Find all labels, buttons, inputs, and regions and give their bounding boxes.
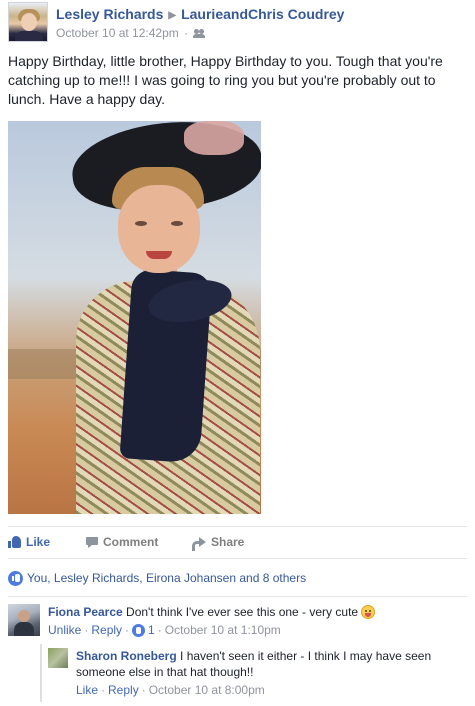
comment-label: Comment <box>103 535 159 549</box>
author-avatar[interactable] <box>8 2 48 42</box>
post-photo[interactable] <box>8 121 261 514</box>
comment-icon <box>86 536 98 548</box>
post-text: Happy Birthday, little brother, Happy Bi… <box>8 53 443 107</box>
meta-separator: · <box>157 623 162 637</box>
comment-like-count[interactable]: 1 <box>148 622 155 638</box>
like-badge-icon <box>8 570 23 586</box>
share-button[interactable]: Share <box>192 535 245 551</box>
divider <box>8 558 467 559</box>
meta-separator: · <box>184 26 189 40</box>
meta-separator: · <box>141 683 146 697</box>
thumbs-up-icon <box>8 536 21 548</box>
comment-timestamp-link[interactable]: October 10 at 1:10pm <box>165 622 281 638</box>
comment: Fiona Pearce Don't think I've ever see t… <box>8 604 468 642</box>
commenter-avatar[interactable] <box>48 648 68 668</box>
comment-reply: Sharon Roneberg I haven't seen it either… <box>48 648 468 700</box>
comment-timestamp-link[interactable]: October 10 at 8:00pm <box>149 682 265 698</box>
meta-separator: · <box>84 623 89 637</box>
meta-separator: · <box>101 683 106 697</box>
like-link[interactable]: Like <box>76 682 98 698</box>
reply-link[interactable]: Reply <box>108 682 139 698</box>
comment-button[interactable]: Comment <box>86 535 158 549</box>
likes-summary-text[interactable]: You, Lesley Richards, Eirona Johansen an… <box>27 571 306 585</box>
comment-author-link[interactable]: Sharon Roneberg <box>76 649 177 663</box>
like-count-icon[interactable] <box>132 623 146 637</box>
post-header: Lesley Richards ▶ LaurieandChris Coudrey O… <box>8 2 468 44</box>
post-author-line: Lesley Richards ▶ LaurieandChris Coudrey <box>56 6 344 22</box>
comment-author-link[interactable]: Fiona Pearce <box>48 605 123 619</box>
arrow-right-icon: ▶ <box>168 10 177 21</box>
reply-thread-line <box>40 644 42 702</box>
share-label: Share <box>211 535 245 549</box>
likes-summary[interactable]: You, Lesley Richards, Eirona Johansen an… <box>8 569 306 587</box>
comment-meta: Unlike · Reply · 1 · October 10 at 1:10p… <box>48 622 468 638</box>
comment-body: Fiona Pearce Don't think I've ever see t… <box>48 604 468 638</box>
post-action-bar: Like Comment Share <box>8 532 467 554</box>
author-name-link[interactable]: Lesley Richards <box>56 6 163 22</box>
like-label: Like <box>26 535 51 549</box>
friends-icon[interactable] <box>193 29 206 38</box>
comment-meta: Like · Reply · October 10 at 8:00pm <box>76 682 468 698</box>
divider <box>8 596 467 597</box>
share-icon <box>192 536 206 551</box>
tongue-out-emoji-icon <box>361 605 376 619</box>
divider <box>8 526 467 527</box>
commenter-avatar[interactable] <box>8 604 40 636</box>
target-name-link[interactable]: LaurieandChris Coudrey <box>181 6 344 22</box>
comment-text: Don't think I've ever see this one - ver… <box>126 605 359 619</box>
comment-body: Sharon Roneberg I haven't seen it either… <box>76 648 468 698</box>
reply-link[interactable]: Reply <box>91 622 122 638</box>
like-button[interactable]: Like <box>8 535 50 549</box>
meta-separator: · <box>125 623 130 637</box>
post-meta: October 10 at 12:42pm · <box>56 26 206 40</box>
post-timestamp-link[interactable]: October 10 at 12:42pm <box>56 26 179 40</box>
unlike-link[interactable]: Unlike <box>48 622 81 638</box>
